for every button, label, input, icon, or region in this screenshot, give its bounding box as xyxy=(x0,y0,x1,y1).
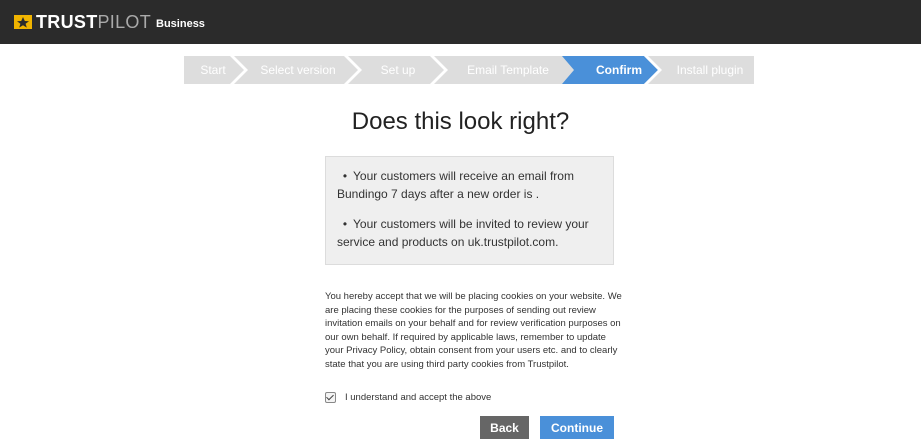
wizard-step-select-version[interactable]: Select version xyxy=(244,56,352,84)
wizard-step-install-plugin[interactable]: Install plugin xyxy=(666,56,754,84)
wizard-step-email-template[interactable]: Email Template xyxy=(452,56,564,84)
brand-name-pilot: PILOT xyxy=(97,11,152,32)
top-bar: TRUST PILOT Business xyxy=(0,0,921,44)
accept-checkbox[interactable] xyxy=(325,391,336,403)
brand-name-trust: TRUST xyxy=(36,11,98,32)
accept-row: I understand and accept the above xyxy=(325,390,491,404)
brand-suffix: Business xyxy=(156,18,205,30)
back-button[interactable]: Back xyxy=(480,416,529,439)
wizard-step-set-up[interactable]: Set up xyxy=(358,56,438,84)
wizard-step-confirm[interactable]: Confirm xyxy=(576,56,662,84)
cookie-consent-text: You hereby accept that we will be placin… xyxy=(325,291,622,370)
wizard-step-start[interactable]: Start xyxy=(184,56,242,84)
summary-item: • Your customers will be invited to revie… xyxy=(337,215,603,251)
summary-text: Your customers will be invited to review… xyxy=(337,217,589,249)
continue-button[interactable]: Continue xyxy=(540,416,614,439)
trustpilot-logo[interactable]: TRUST PILOT Business xyxy=(14,11,205,33)
bullet-icon: • xyxy=(342,217,348,231)
bullet-icon: • xyxy=(342,169,348,183)
wizard-steps: Start Select version Set up Email Templa… xyxy=(184,56,754,84)
page-title: Does this look right? xyxy=(351,108,570,135)
accept-label[interactable]: I understand and accept the above xyxy=(345,392,491,403)
summary-item: • Your customers will receive an email fr… xyxy=(337,167,603,203)
summary-text: Your customers will receive an email fro… xyxy=(337,169,574,201)
summary-box: • Your customers will receive an email fr… xyxy=(325,156,614,265)
star-logo-icon xyxy=(14,15,32,29)
